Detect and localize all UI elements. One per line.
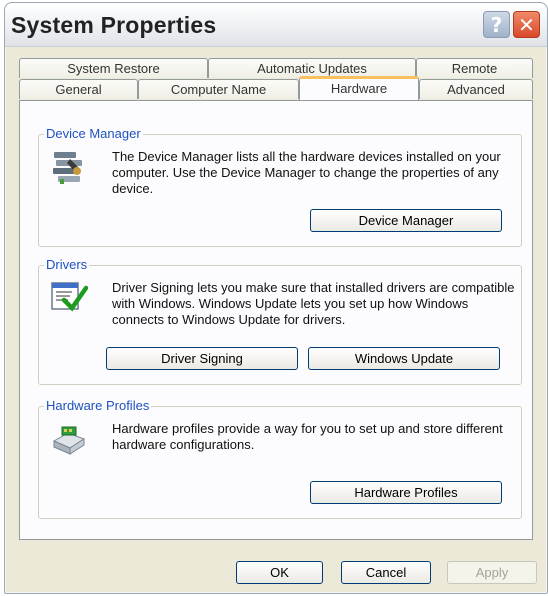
device-manager-description: The Device Manager lists all the hardwar… xyxy=(112,149,501,196)
ok-button[interactable]: OK xyxy=(236,561,323,584)
cancel-button[interactable]: Cancel xyxy=(341,561,431,584)
drivers-legend: Drivers xyxy=(44,257,90,272)
system-properties-window: System Properties ? ✕ System Restore Aut… xyxy=(4,2,548,594)
tab-advanced[interactable]: Advanced xyxy=(419,79,533,99)
device-manager-group: Device Manager The Device Manager lists … xyxy=(38,126,522,247)
tab-row-front: General Computer Name Hardware Advanced xyxy=(19,76,533,100)
tab-hardware[interactable]: Hardware xyxy=(299,76,419,100)
device-manager-button[interactable]: Device Manager xyxy=(310,209,502,232)
hardware-profiles-icon xyxy=(50,423,88,460)
tab-system-restore[interactable]: System Restore xyxy=(19,58,208,78)
drivers-description: Driver Signing lets you make sure that i… xyxy=(112,280,515,327)
drivers-group: Drivers Driver Signing lets you make sur… xyxy=(38,257,522,385)
tab-automatic-updates[interactable]: Automatic Updates xyxy=(208,58,416,78)
hardware-profiles-group: Hardware Profiles Hardware profiles prov… xyxy=(38,398,522,519)
hardware-tab-page: Device Manager The Device Manager lists … xyxy=(19,100,533,540)
device-manager-icon xyxy=(50,149,86,190)
help-button[interactable]: ? xyxy=(483,11,510,38)
tab-row-back: System Restore Automatic Updates Remote xyxy=(19,58,533,78)
apply-button[interactable]: Apply xyxy=(447,561,537,584)
driver-signing-icon xyxy=(50,280,89,317)
tab-computer-name[interactable]: Computer Name xyxy=(138,79,299,99)
hardware-profiles-button[interactable]: Hardware Profiles xyxy=(310,481,502,504)
hardware-profiles-description: Hardware profiles provide a way for you … xyxy=(112,421,503,452)
close-button[interactable]: ✕ xyxy=(513,11,540,38)
device-manager-legend: Device Manager xyxy=(44,126,143,141)
hardware-profiles-legend: Hardware Profiles xyxy=(44,398,152,413)
windows-update-button[interactable]: Windows Update xyxy=(308,347,500,370)
title-bar[interactable]: System Properties ? ✕ xyxy=(5,3,547,47)
driver-signing-button[interactable]: Driver Signing xyxy=(106,347,298,370)
tab-general[interactable]: General xyxy=(19,79,138,99)
window-title: System Properties xyxy=(11,12,217,38)
tab-remote[interactable]: Remote xyxy=(416,58,533,78)
